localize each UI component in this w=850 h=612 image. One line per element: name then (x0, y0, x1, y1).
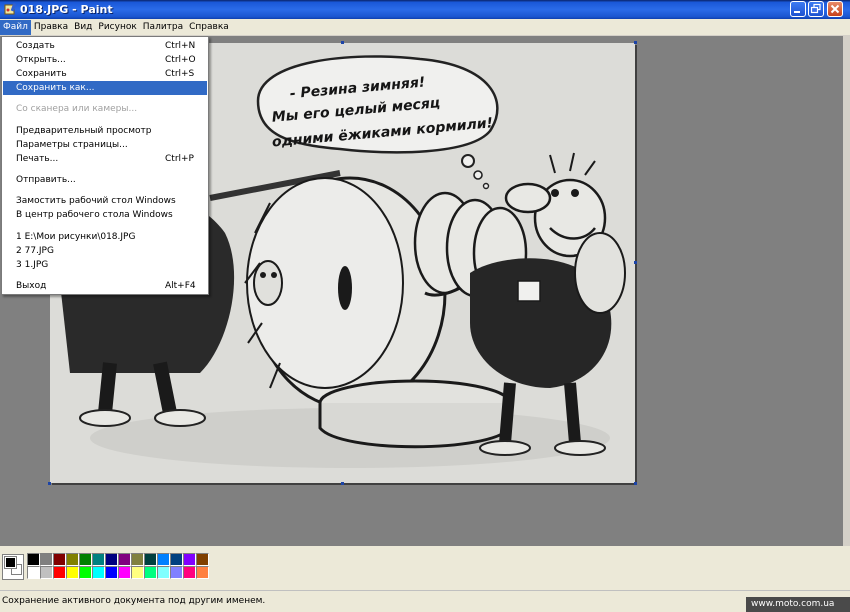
status-text: Сохранение активного документа под други… (2, 596, 266, 606)
color-swatch[interactable] (79, 553, 92, 566)
color-swatch[interactable] (196, 553, 209, 566)
color-swatch[interactable] (170, 566, 183, 579)
color-swatch[interactable] (92, 553, 105, 566)
color-swatch[interactable] (157, 553, 170, 566)
menu-item-save-as[interactable]: Сохранить как... (3, 81, 207, 95)
minimize-button[interactable] (790, 1, 806, 17)
menu-item-exit[interactable]: Выход Alt+F4 (3, 279, 207, 293)
color-swatch[interactable] (118, 553, 131, 566)
color-swatch[interactable] (27, 566, 40, 579)
close-icon (830, 4, 840, 14)
color-swatch[interactable] (170, 553, 183, 566)
color-swatch[interactable] (40, 553, 53, 566)
resize-handle[interactable] (634, 41, 637, 44)
color-swatch[interactable] (157, 566, 170, 579)
menu-item-recent-2[interactable]: 2 77.JPG (3, 244, 207, 258)
color-swatch[interactable] (92, 566, 105, 579)
current-colors[interactable] (2, 554, 24, 580)
menu-edit[interactable]: Правка (31, 20, 71, 35)
color-swatch[interactable] (66, 566, 79, 579)
menu-item-recent-3[interactable]: 3 1.JPG (3, 258, 207, 272)
resize-handle[interactable] (48, 482, 51, 485)
vertical-scrollbar[interactable] (843, 36, 850, 546)
minimize-icon (794, 11, 800, 13)
resize-handle[interactable] (341, 41, 344, 44)
menu-item-print-preview[interactable]: Предварительный просмотр (3, 124, 207, 138)
color-swatch[interactable] (144, 566, 157, 579)
color-swatch[interactable] (27, 553, 40, 566)
menu-help[interactable]: Справка (186, 20, 232, 35)
color-swatch[interactable] (53, 566, 66, 579)
menu-separator (5, 190, 205, 191)
paint-app-icon (4, 2, 17, 15)
color-palette-bar (0, 546, 850, 590)
watermark: www.moto.com.ua (746, 597, 850, 612)
menu-separator (5, 226, 205, 227)
menu-file[interactable]: Файл (0, 19, 31, 35)
menu-image[interactable]: Рисунок (95, 20, 139, 35)
color-swatch[interactable] (118, 566, 131, 579)
menu-separator (5, 120, 205, 121)
menu-item-recent-1[interactable]: 1 E:\Мои рисунки\018.JPG (3, 230, 207, 244)
menu-item-page-setup[interactable]: Параметры страницы... (3, 138, 207, 152)
resize-handle[interactable] (634, 261, 637, 264)
menu-item-save[interactable]: Сохранить Ctrl+S (3, 67, 207, 81)
menu-colors[interactable]: Палитра (140, 20, 186, 35)
color-swatch[interactable] (79, 566, 92, 579)
status-bar: Сохранение активного документа под други… (0, 590, 850, 612)
menu-item-from-scanner: Со сканера или камеры... (16, 104, 138, 114)
color-swatch[interactable] (40, 566, 53, 579)
color-swatch[interactable] (66, 553, 79, 566)
menu-item-center-desktop[interactable]: В центр рабочего стола Windows (3, 208, 207, 222)
color-swatch[interactable] (105, 566, 118, 579)
resize-handle[interactable] (341, 482, 344, 485)
menu-item-new[interactable]: Создать Ctrl+N (3, 39, 207, 53)
color-swatch[interactable] (131, 553, 144, 566)
color-swatch[interactable] (183, 553, 196, 566)
menu-separator (5, 275, 205, 276)
file-menu-dropdown: Создать Ctrl+N Открыть... Ctrl+O Сохранить… (1, 36, 209, 295)
menu-item-send[interactable]: Отправить... (3, 173, 207, 187)
foreground-color[interactable] (4, 556, 17, 569)
menu-item-open[interactable]: Открыть... Ctrl+O (3, 53, 207, 67)
restore-button[interactable] (808, 1, 824, 17)
close-button[interactable] (827, 1, 843, 17)
color-swatches (27, 553, 209, 579)
color-swatch[interactable] (144, 553, 157, 566)
color-swatch[interactable] (183, 566, 196, 579)
menu-view[interactable]: Вид (71, 20, 95, 35)
menu-item-print[interactable]: Печать... Ctrl+P (3, 152, 207, 166)
color-swatch[interactable] (53, 553, 66, 566)
menu-separator (5, 99, 205, 100)
menu-separator (5, 170, 205, 171)
menu-bar: Файл Правка Вид Рисунок Палитра Справка (0, 19, 850, 36)
color-swatch[interactable] (131, 566, 144, 579)
menu-item-tile-desktop[interactable]: Замостить рабочий стол Windows (3, 194, 207, 208)
title-bar[interactable]: 018.JPG - Paint (0, 0, 850, 19)
window-title: 018.JPG - Paint (20, 3, 113, 16)
color-swatch[interactable] (196, 566, 209, 579)
restore-icon (810, 3, 821, 14)
color-swatch[interactable] (105, 553, 118, 566)
resize-handle[interactable] (634, 482, 637, 485)
paint-window: 018.JPG - Paint Файл Правка Вид Рисунок … (0, 0, 850, 612)
